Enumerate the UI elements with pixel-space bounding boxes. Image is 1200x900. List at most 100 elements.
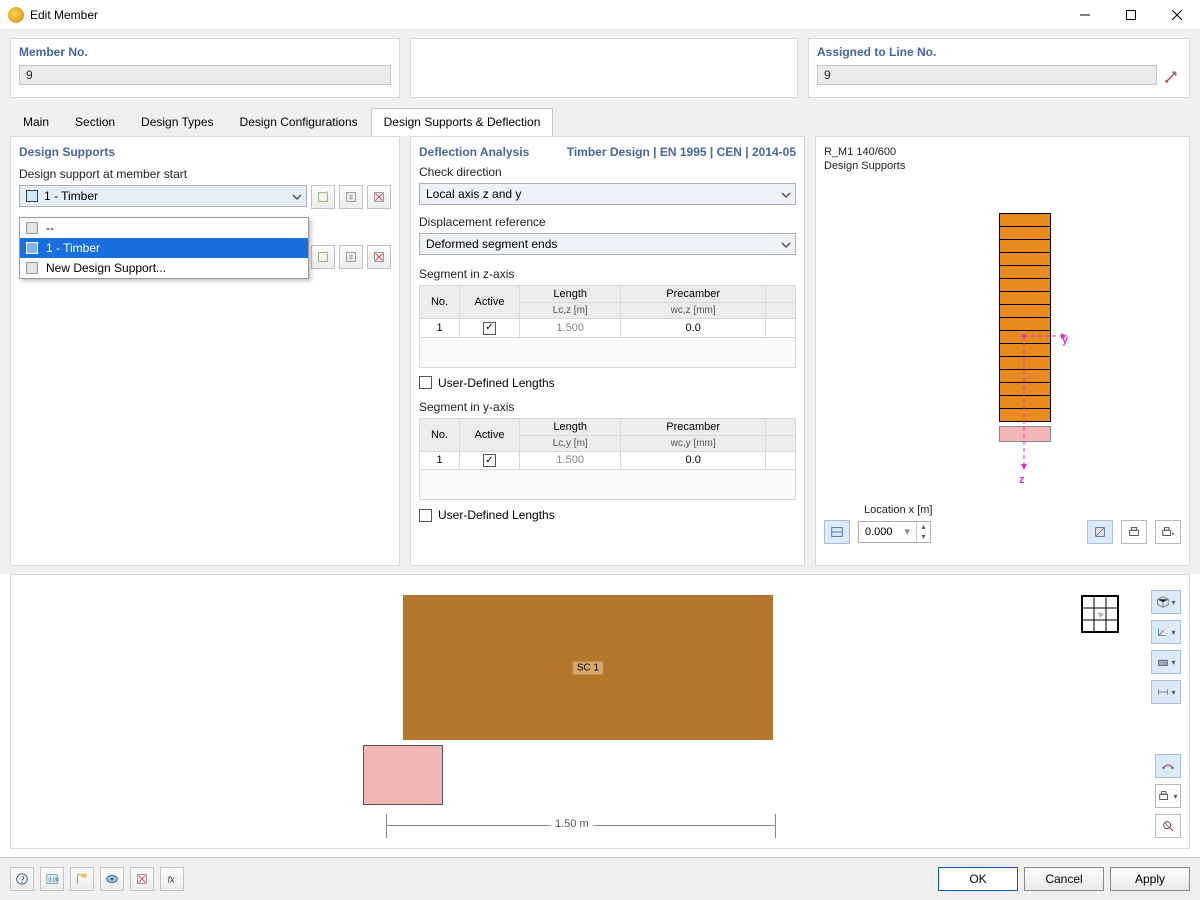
- orientation-button[interactable]: [1087, 520, 1113, 544]
- col-length: Length: [520, 418, 621, 435]
- tab-section[interactable]: Section: [62, 108, 128, 136]
- preview-footer-controls: Location x [m] 0.000 ▾ ▴▾: [824, 514, 1181, 544]
- member-no-input[interactable]: [19, 65, 391, 85]
- view-print-button[interactable]: ▾: [1155, 784, 1181, 808]
- user-defined-z-row[interactable]: User-Defined Lengths: [419, 376, 796, 390]
- checkbox-icon[interactable]: [483, 454, 496, 467]
- checkbox-icon[interactable]: [483, 322, 496, 335]
- cancel-button[interactable]: Cancel: [1024, 867, 1104, 891]
- checkbox-icon[interactable]: [419, 509, 432, 522]
- sc-label: SC 1: [573, 661, 603, 674]
- chevron-down-icon: [292, 191, 302, 201]
- close-button[interactable]: [1154, 0, 1200, 30]
- support-graphic: [363, 745, 443, 805]
- user-defined-y-row[interactable]: User-Defined Lengths: [419, 508, 796, 522]
- check-direction-value: Local axis z and y: [426, 187, 521, 201]
- dropdown-item-timber[interactable]: 1 - Timber: [20, 238, 308, 258]
- dropdown-item-none[interactable]: --: [20, 218, 308, 238]
- preview-canvas[interactable]: y z Location x [m] 0.000 ▾ ▴▾: [824, 184, 1181, 544]
- table-row[interactable]: 1 1.500 0.0: [420, 319, 796, 338]
- support-end-edit-button[interactable]: [339, 245, 363, 269]
- user-defined-y-label: User-Defined Lengths: [438, 508, 555, 522]
- view-reset-button[interactable]: [1155, 754, 1181, 778]
- delete-member-button[interactable]: [130, 867, 154, 891]
- svg-text:0,00: 0,00: [49, 878, 59, 884]
- support-end-delete-button[interactable]: [367, 245, 391, 269]
- table-row[interactable]: 1 1.500 0.0: [420, 451, 796, 470]
- window-controls: [1062, 0, 1200, 30]
- deflection-title: Deflection Analysis: [419, 145, 529, 159]
- view-axis-button[interactable]: ▾: [1151, 620, 1181, 644]
- support-delete-button[interactable]: [367, 185, 391, 209]
- print-menu-button[interactable]: [1155, 520, 1181, 544]
- cell-length[interactable]: 1.500: [520, 319, 621, 338]
- slice-section-button[interactable]: [824, 520, 850, 544]
- cell-active[interactable]: [460, 451, 520, 470]
- support-start-label: Design support at member start: [19, 167, 391, 181]
- tab-bar: Main Section Design Types Design Configu…: [0, 108, 1200, 136]
- check-direction-combo[interactable]: Local axis z and y: [419, 183, 796, 205]
- tab-design-types[interactable]: Design Types: [128, 108, 227, 136]
- view-zoom-reset-button[interactable]: [1155, 814, 1181, 838]
- spin-up[interactable]: ▴: [916, 522, 930, 532]
- segment-z-table: No. Active Length Precamber Lc,z [m] wc,…: [419, 285, 796, 368]
- support-start-combo[interactable]: 1 - Timber: [19, 185, 307, 207]
- check-direction-label: Check direction: [419, 165, 796, 179]
- support-start-dropdown: -- 1 - Timber New Design Support...: [19, 217, 309, 279]
- deflection-panel: Deflection Analysis Timber Design | EN 1…: [410, 136, 805, 566]
- cell-precamber[interactable]: 0.0: [621, 451, 766, 470]
- member-no-label: Member No.: [19, 45, 391, 59]
- location-label: Location x [m]: [864, 504, 932, 516]
- assigned-line-input[interactable]: [817, 65, 1157, 85]
- view-iso-button[interactable]: ▾: [1151, 590, 1181, 614]
- function-button[interactable]: fx: [160, 867, 184, 891]
- view-tools: ▾ ▾ ▾ ▾: [1151, 590, 1181, 704]
- show-member-button[interactable]: [100, 867, 124, 891]
- col-no: No.: [420, 418, 460, 451]
- support-end-new-button[interactable]: [311, 245, 335, 269]
- main-content: Design Supports Design support at member…: [0, 136, 1200, 574]
- deflection-subtitle: Timber Design | EN 1995 | CEN | 2014-05: [567, 145, 796, 159]
- segment-y-label: Segment in y-axis: [419, 400, 796, 414]
- header-row: Member No. Assigned to Line No.: [0, 30, 1200, 109]
- member-3d-preview[interactable]: SC 1 1.50 m ▾ ▾ ▾ ▾ ▾: [10, 574, 1190, 849]
- spin-down[interactable]: ▾: [916, 532, 930, 542]
- segment-z-label: Segment in z-axis: [419, 267, 796, 281]
- minimize-button[interactable]: [1062, 0, 1108, 30]
- svg-text:fx: fx: [168, 875, 175, 885]
- cell-length[interactable]: 1.500: [520, 451, 621, 470]
- line-picker-button[interactable]: [1161, 67, 1181, 87]
- print-preview-button[interactable]: [1121, 520, 1147, 544]
- header-spacer-panel: [410, 38, 798, 98]
- tab-design-supports-deflection[interactable]: Design Supports & Deflection: [371, 108, 554, 136]
- col-precamber-sub: wc,y [mm]: [621, 435, 766, 451]
- cell-precamber[interactable]: 0.0: [621, 319, 766, 338]
- member-section-graphic: [999, 214, 1051, 442]
- cell-no: 1: [420, 319, 460, 338]
- ok-button[interactable]: OK: [938, 867, 1018, 891]
- help-button[interactable]: [10, 867, 34, 891]
- support-swatch-icon: [26, 190, 38, 202]
- cell-active[interactable]: [460, 319, 520, 338]
- units-button[interactable]: 0,00: [40, 867, 64, 891]
- location-spinner[interactable]: 0.000 ▾ ▴▾: [858, 521, 931, 543]
- tab-main[interactable]: Main: [10, 108, 62, 136]
- chevron-down-icon: [781, 189, 791, 199]
- axis-y-label: y: [1062, 334, 1068, 346]
- apply-button[interactable]: Apply: [1110, 867, 1190, 891]
- col-precamber-sub: wc,z [mm]: [621, 303, 766, 319]
- checkbox-icon[interactable]: [419, 376, 432, 389]
- displacement-ref-combo[interactable]: Deformed segment ends: [419, 233, 796, 255]
- tab-design-configurations[interactable]: Design Configurations: [227, 108, 371, 136]
- dropdown-item-new[interactable]: New Design Support...: [20, 258, 308, 278]
- view-dimension-button[interactable]: ▾: [1151, 680, 1181, 704]
- support-edit-button[interactable]: [339, 185, 363, 209]
- view-display-button[interactable]: ▾: [1151, 650, 1181, 674]
- design-supports-panel: Design Supports Design support at member…: [10, 136, 400, 566]
- navigation-cube[interactable]: [1076, 590, 1124, 641]
- col-length: Length: [520, 286, 621, 303]
- copy-member-button[interactable]: [70, 867, 94, 891]
- support-new-button[interactable]: [311, 185, 335, 209]
- support-start-value: 1 - Timber: [44, 189, 98, 203]
- maximize-button[interactable]: [1108, 0, 1154, 30]
